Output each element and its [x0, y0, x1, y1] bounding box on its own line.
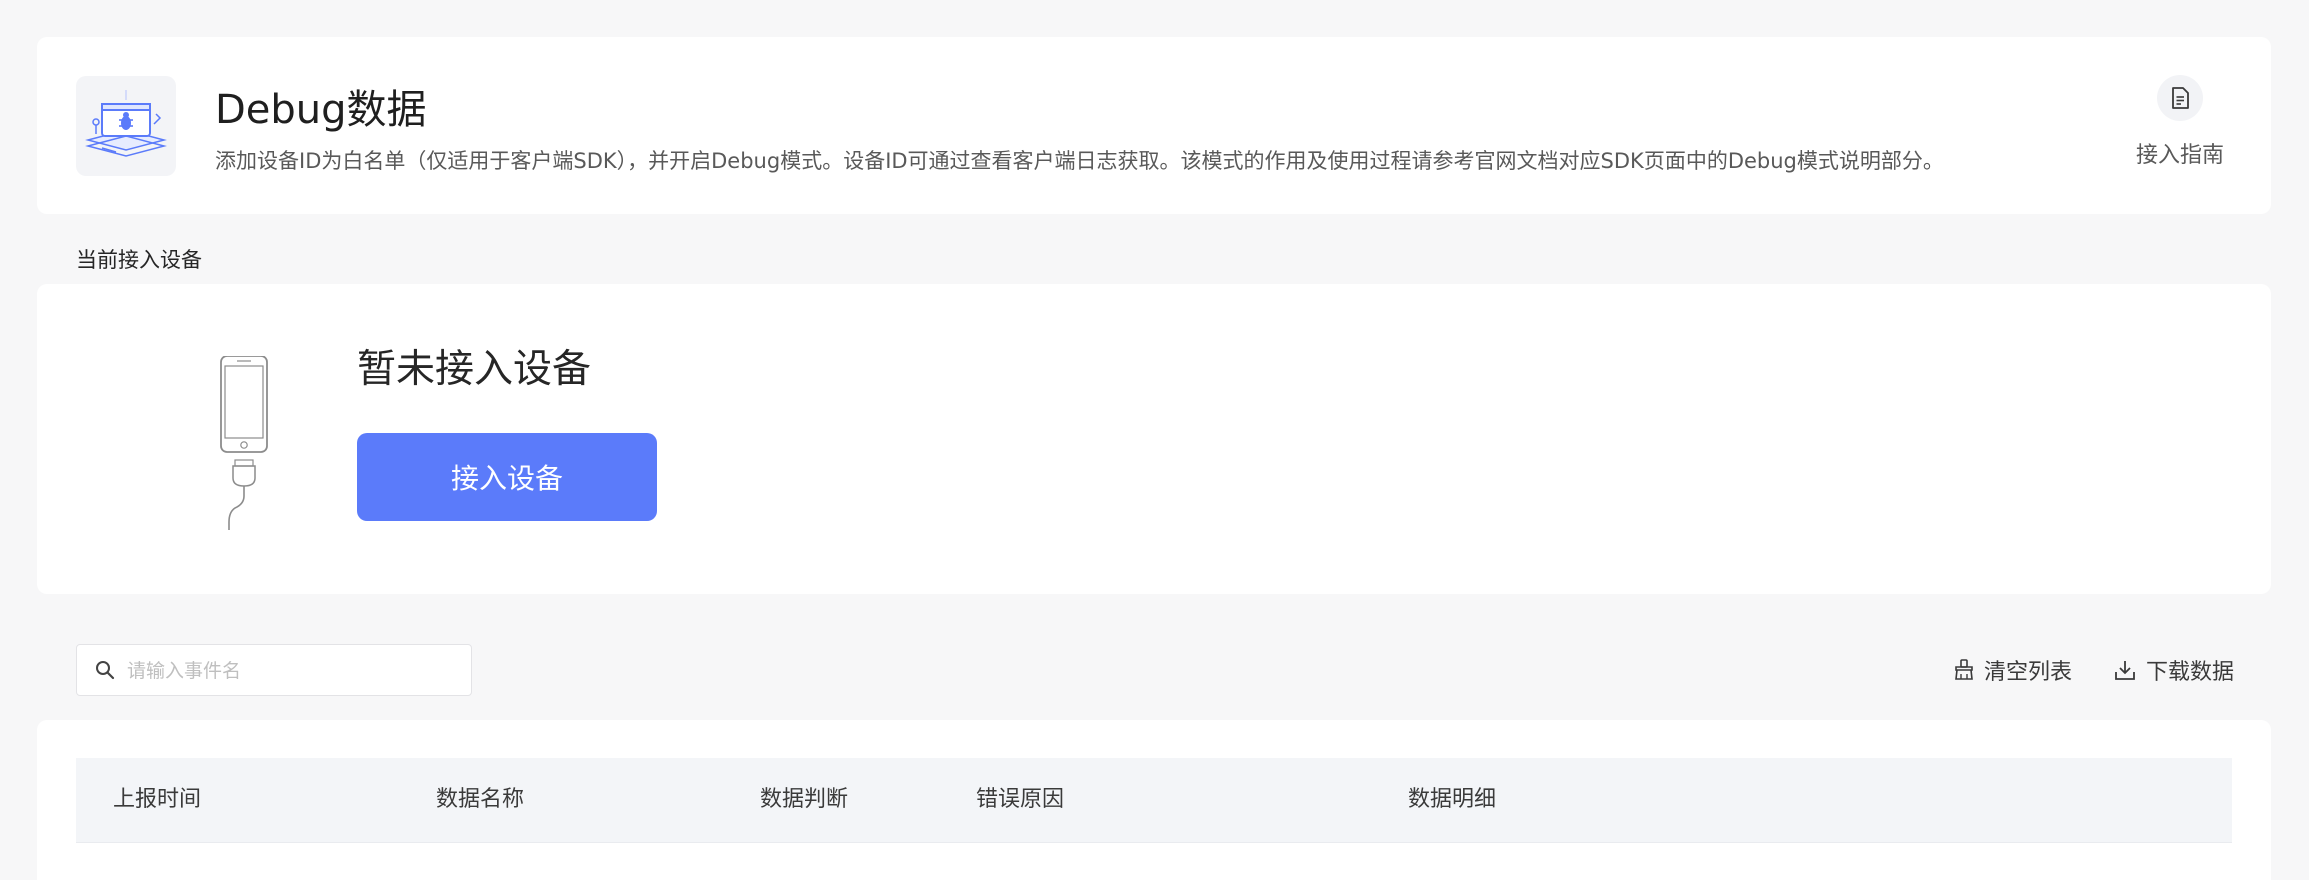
event-search-box[interactable]: [76, 644, 472, 697]
page-title: Debug数据: [215, 87, 427, 133]
document-icon: [2157, 75, 2203, 121]
search-icon: [96, 661, 115, 680]
clear-list-button[interactable]: 清空列表: [1954, 654, 2072, 686]
download-data-button[interactable]: 下载数据: [2114, 654, 2234, 686]
device-card: 暂未接入设备 接入设备: [37, 284, 2271, 594]
page-description: 添加设备ID为白名单（仅适用于客户端SDK），并开启Debug模式。设备ID可通…: [215, 149, 1944, 173]
column-data-detail[interactable]: 数据明细: [1408, 758, 1496, 842]
clear-list-label: 清空列表: [1984, 660, 2073, 685]
current-device-section-title: 当前接入设备: [76, 248, 202, 272]
debug-bug-icon: [76, 76, 176, 176]
table-header: 上报时间 数据名称 数据判断 错误原因 数据明细: [76, 758, 2232, 843]
connect-device-button[interactable]: 接入设备: [357, 433, 657, 521]
column-data-name[interactable]: 数据名称: [436, 758, 524, 842]
event-search-input[interactable]: [125, 645, 459, 697]
integration-guide-label: 接入指南: [2135, 143, 2224, 168]
download-data-label: 下载数据: [2146, 660, 2235, 685]
download-icon: [2115, 661, 2135, 680]
no-device-status: 暂未接入设备: [357, 347, 592, 392]
broom-icon: [1955, 659, 1973, 680]
phone-cable-icon: [177, 355, 297, 560]
column-data-judgment[interactable]: 数据判断: [760, 758, 848, 842]
header-card: Debug数据 添加设备ID为白名单（仅适用于客户端SDK），并开启Debug模…: [37, 37, 2271, 214]
column-error-reason[interactable]: 错误原因: [976, 758, 1064, 842]
column-report-time[interactable]: 上报时间: [113, 758, 201, 842]
debug-data-table: 上报时间 数据名称 数据判断 错误原因 数据明细: [37, 720, 2271, 880]
integration-guide-link[interactable]: 接入指南: [2115, 75, 2245, 175]
